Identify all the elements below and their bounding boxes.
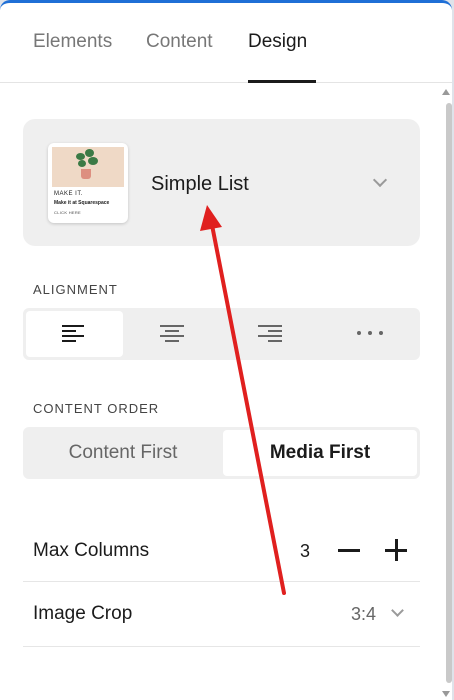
tab-design[interactable]: Design — [248, 31, 307, 53]
scrollbar-thumb[interactable] — [446, 103, 452, 683]
image-crop-value[interactable]: 3:4 — [351, 604, 376, 625]
chevron-down-icon[interactable] — [391, 604, 404, 617]
layout-selector[interactable]: MAKE IT. Make it at Squarespace CLICK HE… — [23, 119, 420, 246]
divider — [23, 581, 420, 582]
max-columns-value: 3 — [300, 541, 311, 561]
align-right-icon — [258, 325, 282, 342]
alignment-label: ALIGNMENT — [33, 282, 118, 297]
content-order-label: CONTENT ORDER — [33, 401, 160, 416]
content-order-control: Content First Media First — [23, 427, 420, 479]
divider — [23, 646, 420, 647]
align-left-button[interactable] — [26, 311, 123, 357]
content-first-option[interactable]: Content First — [26, 430, 220, 476]
image-crop-label: Image Crop — [33, 603, 133, 624]
layout-thumbnail: MAKE IT. Make it at Squarespace CLICK HE… — [48, 143, 128, 223]
media-first-option[interactable]: Media First — [223, 430, 417, 476]
scroll-up-arrow[interactable] — [442, 89, 450, 95]
scroll-down-arrow[interactable] — [442, 691, 450, 697]
plant-pot — [81, 169, 91, 179]
thumbnail-subheading: Make it at Squarespace — [54, 200, 110, 206]
thumbnail-heading: MAKE IT. — [54, 191, 84, 197]
chevron-down-icon — [372, 172, 388, 188]
align-left-icon — [62, 325, 84, 342]
active-tab-indicator — [248, 80, 316, 83]
more-icon — [357, 331, 383, 335]
max-columns-label: Max Columns — [33, 540, 150, 561]
more-options-button[interactable] — [320, 311, 417, 357]
align-center-button[interactable] — [124, 311, 221, 357]
design-panel: Elements Content Design MAKE IT. Make it… — [0, 0, 452, 700]
tab-elements[interactable]: Elements — [33, 31, 112, 53]
thumbnail-link: CLICK HERE — [54, 210, 82, 215]
align-right-button[interactable] — [222, 311, 319, 357]
tab-bar: Elements Content Design — [0, 3, 452, 83]
align-center-icon — [160, 325, 184, 342]
decrease-columns-button[interactable] — [338, 549, 360, 552]
alignment-control — [23, 308, 420, 360]
tab-content[interactable]: Content — [146, 31, 213, 53]
layout-name: Simple List — [151, 173, 249, 195]
increase-columns-button[interactable] — [385, 539, 407, 561]
